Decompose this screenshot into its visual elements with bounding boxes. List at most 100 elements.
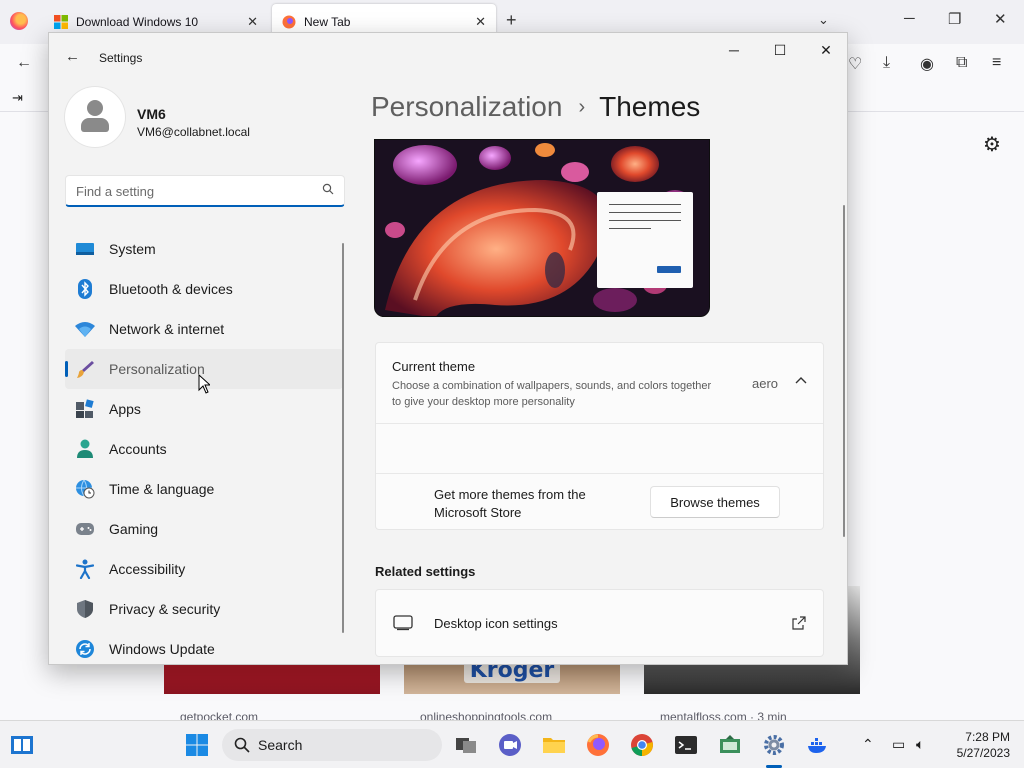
theme-preview	[374, 139, 710, 317]
clock-time: 7:28 PM	[965, 730, 1010, 744]
window-title: Settings	[99, 51, 143, 65]
minimize-icon[interactable]: ─	[719, 42, 749, 60]
shield-icon	[75, 599, 95, 619]
browse-themes-button[interactable]: Browse themes	[650, 486, 780, 518]
sidebar-item-bluetooth[interactable]: Bluetooth & devices	[65, 269, 343, 309]
accessibility-icon	[75, 559, 95, 579]
browser-back-icon[interactable]: ←	[16, 54, 32, 72]
globe-clock-icon	[75, 479, 95, 499]
taskbar: Search ⌃ ▭ 🔈︎ 7:28 PM 5/27/2023	[0, 720, 1024, 768]
divider	[376, 423, 823, 424]
user-profile[interactable]: VM6 VM6@collabnet.local	[65, 87, 345, 151]
clock-date: 5/27/2023	[956, 746, 1010, 760]
sidebar-item-accounts[interactable]: Accounts	[65, 429, 343, 469]
terminal-icon[interactable]	[674, 733, 698, 757]
settings-title-bar: ← Settings ─ ☐ ✕	[49, 33, 847, 81]
sidebar-item-label: Windows Update	[109, 641, 215, 657]
taskbar-search[interactable]: Search	[222, 729, 442, 761]
start-windows-icon[interactable]	[185, 733, 209, 757]
sidebar-item-label: Personalization	[109, 361, 205, 377]
chevron-up-icon[interactable]	[794, 374, 808, 388]
current-theme-description: Choose a combination of wallpapers, soun…	[392, 380, 712, 408]
new-tab-plus-icon[interactable]: +	[506, 10, 517, 31]
person-icon	[75, 439, 95, 459]
firefox-taskbar-icon[interactable]	[586, 733, 610, 757]
open-external-icon	[792, 616, 806, 630]
sidebar-item-label: System	[109, 241, 156, 257]
desktop-icon-settings-link[interactable]: Desktop icon settings	[375, 589, 824, 657]
show-hidden-icons-chevron-icon[interactable]: ⌃	[862, 736, 874, 753]
search-label: Search	[258, 737, 303, 753]
chrome-icon[interactable]	[630, 733, 654, 757]
docker-icon[interactable]	[806, 733, 830, 757]
task-view-icon[interactable]	[454, 733, 478, 757]
sidebar-item-time-language[interactable]: Time & language	[65, 469, 343, 509]
extensions-icon[interactable]: ⧉	[956, 54, 967, 72]
list-all-tabs-icon[interactable]: ⌄	[818, 12, 829, 28]
sidebar-item-windows-update[interactable]: Windows Update	[65, 629, 343, 664]
user-name: VM6	[137, 106, 166, 122]
mouse-cursor-icon	[198, 374, 210, 394]
nav-scrollbar[interactable]	[342, 243, 344, 633]
browser-minimize-icon[interactable]: ─	[904, 10, 915, 27]
more-themes-text: Get more themes from the Microsoft Store	[434, 487, 586, 520]
browser-close-icon[interactable]: ✕	[994, 10, 1007, 28]
task-view-desktop-icon[interactable]	[10, 733, 34, 757]
sidebar-item-privacy[interactable]: Privacy & security	[65, 589, 343, 629]
sidebar-item-system[interactable]: System	[65, 229, 343, 269]
avatar	[65, 87, 125, 147]
brush-icon	[75, 359, 95, 379]
preview-window-mockup	[597, 192, 693, 288]
sidebar-item-gaming[interactable]: Gaming	[65, 509, 343, 549]
sidebar-item-label: Network & internet	[109, 321, 225, 337]
sidebar-item-label: Gaming	[109, 521, 159, 537]
current-theme-title: Current theme	[392, 359, 476, 374]
firefox-favicon-icon	[282, 15, 296, 29]
sidebar-item-accessibility[interactable]: Accessibility	[65, 549, 343, 589]
close-icon[interactable]: ✕	[811, 42, 841, 60]
newtab-settings-gear-icon[interactable]: ⚙	[983, 132, 1001, 157]
search-icon[interactable]	[322, 183, 334, 195]
breadcrumb-parent[interactable]: Personalization	[371, 91, 562, 122]
monitor-icon	[75, 239, 95, 259]
teams-chat-icon[interactable]	[498, 733, 522, 757]
current-theme-header[interactable]: Current theme Choose a combination of wa…	[376, 343, 823, 423]
page-title: Themes	[599, 91, 701, 122]
close-tab-icon[interactable]: ✕	[475, 14, 486, 30]
breadcrumb: Personalization › Themes	[371, 91, 700, 123]
search-icon	[234, 737, 250, 753]
back-arrow-icon[interactable]: ←	[65, 49, 81, 65]
firefox-logo-icon	[10, 12, 28, 30]
sidebar-item-apps[interactable]: Apps	[65, 389, 343, 429]
import-bookmarks-icon[interactable]: ⇥	[12, 90, 23, 106]
user-email: VM6@collabnet.local	[137, 125, 250, 139]
find-setting-search[interactable]	[65, 175, 345, 207]
app-menu-icon[interactable]: ≡	[992, 54, 1001, 72]
bluetooth-icon	[75, 279, 95, 299]
content-scrollbar[interactable]	[843, 205, 845, 537]
system-clock[interactable]: 7:28 PM 5/27/2023	[946, 729, 1010, 761]
account-icon[interactable]: ◉	[920, 54, 934, 74]
sidebar-item-label: Accessibility	[109, 561, 186, 577]
settings-navigation: System Bluetooth & devices Network & int…	[65, 229, 343, 664]
downloads-icon[interactable]: ⤓	[883, 54, 890, 72]
maximize-icon[interactable]: ☐	[765, 42, 795, 60]
settings-gear-taskbar-icon[interactable]	[762, 733, 786, 757]
system-app-icon[interactable]	[718, 733, 742, 757]
tab-label: Download Windows 10	[76, 15, 199, 29]
related-item-label: Desktop icon settings	[434, 616, 558, 631]
settings-window: ← Settings ─ ☐ ✕ VM6 VM6@collabnet.local…	[48, 32, 848, 665]
search-input[interactable]	[76, 182, 306, 200]
browser-restore-icon[interactable]: ❐	[948, 10, 961, 28]
volume-icon[interactable]: 🔈︎	[916, 736, 924, 753]
pocket-icon[interactable]: ♡	[848, 54, 862, 74]
current-theme-value: aero	[752, 376, 779, 391]
close-tab-icon[interactable]: ✕	[247, 14, 258, 30]
apps-icon	[75, 399, 95, 419]
file-explorer-icon[interactable]	[542, 733, 566, 757]
sidebar-item-network[interactable]: Network & internet	[65, 309, 343, 349]
breadcrumb-chevron-icon: ›	[578, 96, 586, 118]
network-status-icon[interactable]: ▭	[892, 736, 905, 753]
sidebar-item-label: Bluetooth & devices	[109, 281, 233, 297]
windows-logo-icon	[54, 15, 68, 29]
